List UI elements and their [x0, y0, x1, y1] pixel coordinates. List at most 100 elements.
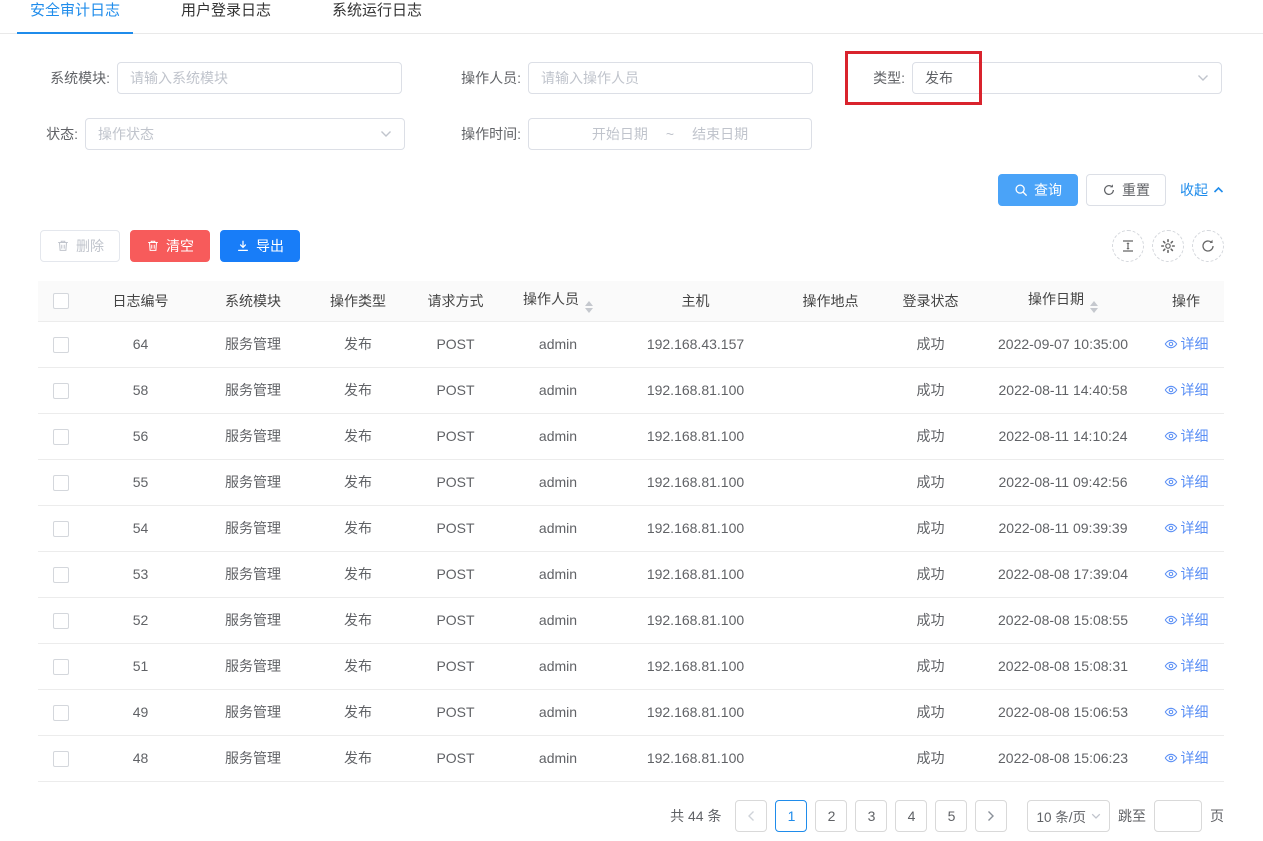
cell-date: 2022-08-11 14:10:24 [978, 413, 1148, 459]
collapse-link[interactable]: 收起 [1180, 180, 1224, 200]
cell-status: 成功 [883, 689, 978, 735]
cell-module: 服务管理 [198, 597, 308, 643]
cell-op-type: 发布 [308, 459, 408, 505]
detail-link-label: 详细 [1181, 748, 1209, 768]
detail-link[interactable]: 详细 [1164, 472, 1209, 492]
cell-method: POST [408, 367, 503, 413]
end-date-placeholder: 结束日期 [692, 124, 748, 144]
detail-link-label: 详细 [1181, 472, 1209, 492]
cell-host: 192.168.81.100 [613, 735, 778, 781]
row-checkbox[interactable] [53, 705, 69, 721]
cell-date: 2022-08-08 15:08:55 [978, 597, 1148, 643]
tab-bar: 安全审计日志 用户登录日志 系统运行日志 [0, 0, 1263, 34]
column-header[interactable]: 操作人员 [503, 281, 613, 321]
cell-location [778, 689, 883, 735]
export-button[interactable]: 导出 [220, 230, 300, 262]
page-button-5[interactable]: 5 [935, 800, 967, 832]
cell-status: 成功 [883, 505, 978, 551]
refresh-icon[interactable] [1192, 230, 1224, 262]
detail-link[interactable]: 详细 [1164, 426, 1209, 446]
eye-icon [1164, 613, 1178, 627]
cell-method: POST [408, 321, 503, 367]
detail-link[interactable]: 详细 [1164, 334, 1209, 354]
row-checkbox[interactable] [53, 383, 69, 399]
column-header: 日志编号 [83, 281, 198, 321]
column-header[interactable]: 操作日期 [978, 281, 1148, 321]
page-button-4[interactable]: 4 [895, 800, 927, 832]
page-size-select[interactable]: 10 条/页 [1027, 800, 1110, 832]
filter-status: 状态: 操作状态 [40, 118, 405, 150]
delete-button[interactable]: 删除 [40, 230, 120, 262]
cell-location [778, 413, 883, 459]
operator-input[interactable] [528, 62, 813, 94]
tab-user-login-log[interactable]: 用户登录日志 [168, 0, 284, 33]
pagination: 共 44 条 12345 10 条/页 跳至 页 [670, 800, 1224, 832]
cell-op-type: 发布 [308, 413, 408, 459]
collapse-link-label: 收起 [1180, 180, 1208, 200]
status-select-placeholder: 操作状态 [98, 124, 380, 144]
detail-link[interactable]: 详细 [1164, 380, 1209, 400]
eye-icon [1164, 429, 1178, 443]
search-button[interactable]: 查询 [998, 174, 1078, 206]
detail-link[interactable]: 详细 [1164, 564, 1209, 584]
cell-op-type: 发布 [308, 597, 408, 643]
row-checkbox[interactable] [53, 751, 69, 767]
column-header: 操作地点 [778, 281, 883, 321]
table-row: 52服务管理发布POSTadmin192.168.81.100成功2022-08… [38, 597, 1224, 643]
clear-button[interactable]: 清空 [130, 230, 210, 262]
row-checkbox[interactable] [53, 337, 69, 353]
prev-page-button[interactable] [735, 800, 767, 832]
column-header-label: 操作日期 [1028, 291, 1084, 307]
table-row: 58服务管理发布POSTadmin192.168.81.100成功2022-08… [38, 367, 1224, 413]
type-select[interactable]: 发布 [912, 62, 1222, 94]
reset-button[interactable]: 重置 [1086, 174, 1166, 206]
tab-system-run-log[interactable]: 系统运行日志 [319, 0, 435, 33]
filter-type: 类型: 发布 [855, 62, 1222, 94]
cell-op-type: 发布 [308, 551, 408, 597]
cell-host: 192.168.81.100 [613, 643, 778, 689]
select-all-checkbox[interactable] [53, 293, 69, 309]
tab-security-audit-log[interactable]: 安全审计日志 [17, 0, 133, 33]
detail-link[interactable]: 详细 [1164, 656, 1209, 676]
cell-operator: admin [503, 551, 613, 597]
eye-icon [1164, 659, 1178, 673]
detail-link[interactable]: 详细 [1164, 702, 1209, 722]
row-checkbox[interactable] [53, 659, 69, 675]
page-button-2[interactable]: 2 [815, 800, 847, 832]
cell-log-id: 53 [83, 551, 198, 597]
cell-host: 192.168.43.157 [613, 321, 778, 367]
table-settings-icons [1112, 230, 1224, 262]
cell-location [778, 459, 883, 505]
system-module-input[interactable] [117, 62, 402, 94]
settings-icon[interactable] [1152, 230, 1184, 262]
trash-icon [146, 239, 160, 253]
row-checkbox[interactable] [53, 613, 69, 629]
row-checkbox[interactable] [53, 429, 69, 445]
line-height-icon[interactable] [1112, 230, 1144, 262]
row-checkbox[interactable] [53, 475, 69, 491]
cell-status: 成功 [883, 643, 978, 689]
row-checkbox[interactable] [53, 567, 69, 583]
page-button-3[interactable]: 3 [855, 800, 887, 832]
page-button-1[interactable]: 1 [775, 800, 807, 832]
jump-to-input[interactable] [1154, 800, 1202, 832]
cell-method: POST [408, 459, 503, 505]
cell-status: 成功 [883, 735, 978, 781]
cell-host: 192.168.81.100 [613, 597, 778, 643]
row-checkbox[interactable] [53, 521, 69, 537]
next-page-button[interactable] [975, 800, 1007, 832]
filter-system-module: 系统模块: [40, 62, 402, 94]
page-list: 12345 [775, 800, 967, 832]
sort-icon[interactable] [1090, 301, 1098, 313]
date-range-picker[interactable]: 开始日期 ~ 结束日期 [528, 118, 812, 150]
cell-date: 2022-08-08 17:39:04 [978, 551, 1148, 597]
column-header: 操作 [1148, 281, 1224, 321]
sort-icon[interactable] [585, 301, 593, 313]
detail-link[interactable]: 详细 [1164, 518, 1209, 538]
detail-link[interactable]: 详细 [1164, 610, 1209, 630]
status-select[interactable]: 操作状态 [85, 118, 405, 150]
cell-host: 192.168.81.100 [613, 367, 778, 413]
detail-link[interactable]: 详细 [1164, 748, 1209, 768]
table-body: 64服务管理发布POSTadmin192.168.43.157成功2022-09… [38, 321, 1224, 781]
cell-status: 成功 [883, 597, 978, 643]
